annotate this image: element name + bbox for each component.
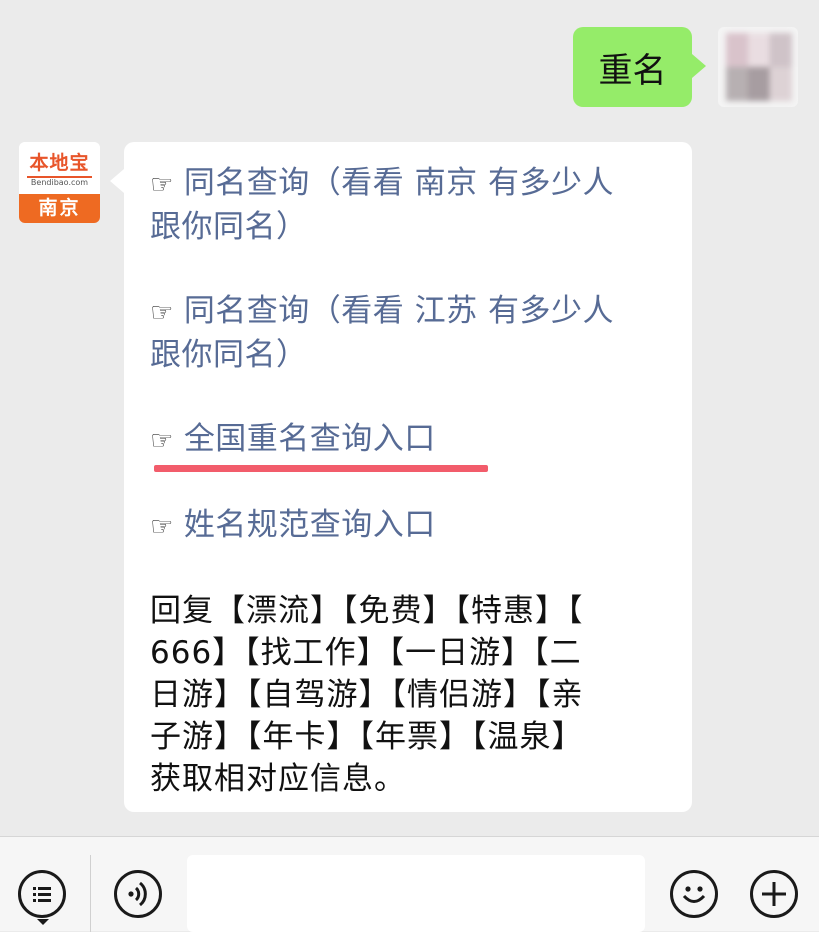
reply-line: 子游】【年卡】【年票】【温泉】 [150,719,584,755]
reply-line: 回复【漂流】【免费】【特惠】【 [150,593,584,629]
blurred-avatar-image [726,33,792,101]
link-same-name-nanjing[interactable]: ☞ 同名查询（看看 南京 有多少人 跟你同名） [150,162,670,248]
logo-url: Bendibao.com [27,176,92,188]
menu-list-icon [33,885,51,903]
voice-button[interactable] [114,870,162,918]
reply-line: 666】【找工作】【一日游】【二 [150,635,582,671]
bot-avatar[interactable]: 本地宝 Bendibao.com 南京 [19,142,100,223]
reply-line: 获取相对应信息。 [150,761,406,797]
incoming-message-bubble: ☞ 同名查询（看看 南京 有多少人 跟你同名） ☞ 同名查询（看看 江苏 有多少人 … [110,142,692,812]
emoji-icon [682,886,706,903]
user-avatar[interactable] [718,27,798,107]
menu-expand-arrow-icon [37,919,49,925]
link-text-cont: 跟你同名） [150,337,308,373]
link-same-name-jiangsu[interactable]: ☞ 同名查询（看看 江苏 有多少人 跟你同名） [150,290,670,376]
link-text: 姓名规范查询入口 [183,507,436,543]
reply-line: 日游】【自驾游】【情侣游】【亲 [150,677,584,713]
red-highlight-underline [154,465,488,472]
pointing-hand-icon: ☞ [150,170,174,200]
input-bar [0,836,819,932]
pointing-hand-icon: ☞ [150,298,174,328]
logo-top: 本地宝 Bendibao.com [19,142,100,194]
link-text: 同名查询（看看 南京 有多少人 [183,165,615,201]
outgoing-message-bubble[interactable]: 重名 [573,27,706,107]
link-text: 同名查询（看看 江苏 有多少人 [183,293,615,329]
pointing-hand-icon: ☞ [150,426,174,456]
chat-area: 重名 本地宝 Bendibao.com 南京 ☞ 同名查询（看看 南京 有多少人 … [0,0,819,836]
highlighted-link-wrapper: ☞ 全国重名查询入口 [150,418,670,472]
message-input[interactable] [187,855,645,932]
link-text: 全国重名查询入口 [183,421,436,457]
voice-icon [128,881,147,907]
link-text-cont: 跟你同名） [150,209,308,245]
menu-button[interactable] [18,870,66,918]
emoji-button[interactable] [670,870,718,918]
logo-name: 本地宝 [29,152,90,174]
link-national-duplicate-name[interactable]: ☞ 全国重名查询入口 [150,418,670,462]
plus-icon [762,882,786,906]
link-name-standard[interactable]: ☞ 姓名规范查询入口 [150,504,670,548]
outgoing-message-text: 重名 [598,50,667,91]
reply-instructions: 回复【漂流】【免费】【特惠】【 666】【找工作】【一日游】【二 日游】【自驾游… [150,590,670,800]
plus-button[interactable] [750,870,798,918]
pointing-hand-icon: ☞ [150,512,174,542]
divider [90,855,91,932]
logo-city: 南京 [19,194,100,223]
